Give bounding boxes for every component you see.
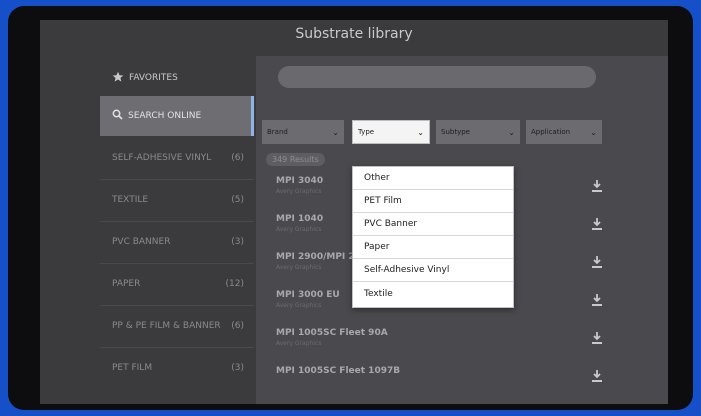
- download-icon[interactable]: [590, 178, 604, 192]
- download-icon[interactable]: [590, 292, 604, 306]
- sidebar-item-self-adhesive-vinyl[interactable]: SELF-ADHESIVE VINYL (6): [100, 138, 254, 178]
- sidebar-item-paper[interactable]: PAPER (12): [100, 264, 254, 304]
- sidebar-item-label: PVC BANNER: [112, 237, 171, 247]
- brand-filter[interactable]: Brand ⌄: [262, 120, 344, 144]
- list-item[interactable]: MPI 1005SC Fleet 90A Avery Graphics: [276, 320, 616, 358]
- sidebar-item-label: PAPER: [112, 279, 141, 289]
- sidebar-item-textile[interactable]: TEXTILE (5): [100, 180, 254, 220]
- sidebar-item-count: (12): [225, 279, 244, 289]
- item-title: MPI 1040: [276, 214, 324, 224]
- filter-label: Application: [531, 128, 571, 136]
- search-input[interactable]: [278, 66, 596, 88]
- download-icon[interactable]: [590, 330, 604, 344]
- sidebar-item-count: (3): [231, 237, 244, 247]
- menu-item[interactable]: Paper: [353, 236, 513, 259]
- item-title: MPI 1005SC Fleet 1097B: [276, 366, 401, 376]
- application-filter[interactable]: Application ⌄: [526, 120, 602, 144]
- sidebar-item-label: PET FILM: [112, 363, 153, 373]
- menu-item[interactable]: Other: [353, 167, 513, 190]
- sidebar-item-pvc-banner[interactable]: PVC BANNER (3): [100, 222, 254, 262]
- sidebar-item-pet-film[interactable]: PET FILM (3): [100, 348, 254, 388]
- sidebar-item-count: (3): [231, 363, 244, 373]
- subtype-filter[interactable]: Subtype ⌄: [436, 120, 520, 144]
- sidebar-item-count: (5): [231, 195, 244, 205]
- sidebar-item-pp-pe-film-banner[interactable]: PP & PE FILM & BANNER (6): [100, 306, 254, 346]
- sidebar-item-label: PP & PE FILM & BANNER: [112, 321, 221, 331]
- filter-label: Brand: [267, 128, 288, 136]
- list-item[interactable]: MPI 1005SC Fleet 1097B: [276, 358, 616, 396]
- sidebar-item-count: (6): [231, 153, 244, 163]
- filter-label: Type: [358, 128, 375, 136]
- download-icon[interactable]: [590, 368, 604, 382]
- download-icon[interactable]: [590, 254, 604, 268]
- search-icon: [112, 109, 123, 123]
- chevron-down-icon: ⌄: [417, 127, 424, 137]
- sidebar-item-label: SEARCH ONLINE: [128, 111, 202, 121]
- sidebar-item-favorites[interactable]: FAVORITES: [100, 58, 254, 98]
- item-title: MPI 2900/MPI 2: [276, 252, 355, 262]
- results-count: 349 Results: [266, 153, 325, 166]
- sidebar-item-search-online[interactable]: SEARCH ONLINE: [100, 96, 254, 136]
- menu-item[interactable]: Textile: [353, 282, 513, 305]
- menu-item[interactable]: PVC Banner: [353, 213, 513, 236]
- page-title: Substrate library: [295, 26, 413, 42]
- chevron-down-icon: ⌄: [332, 127, 339, 137]
- chevron-down-icon: ⌄: [590, 127, 597, 137]
- star-icon: [112, 71, 124, 86]
- item-subtitle: Avery Graphics: [276, 340, 322, 347]
- sidebar-item-count: (6): [231, 321, 244, 331]
- sidebar-item-label: SELF-ADHESIVE VINYL: [112, 153, 212, 163]
- item-subtitle: Avery Graphics: [276, 264, 322, 271]
- sidebar-item-label: FAVORITES: [129, 73, 178, 83]
- item-title: MPI 3040: [276, 176, 324, 186]
- screen: Substrate library FAVORITES SEARCH ONLIN…: [40, 20, 668, 404]
- item-subtitle: Avery Graphics: [276, 226, 322, 233]
- menu-item[interactable]: PET Film: [353, 190, 513, 213]
- sidebar-item-label: TEXTILE: [112, 195, 149, 205]
- item-title: MPI 1005SC Fleet 90A: [276, 328, 388, 338]
- download-icon[interactable]: [590, 216, 604, 230]
- sidebar: FAVORITES SEARCH ONLINE SELF-ADHESIVE VI…: [100, 58, 254, 404]
- chevron-down-icon: ⌄: [508, 127, 515, 137]
- type-dropdown-menu: Other PET Film PVC Banner Paper Self-Adh…: [352, 166, 514, 308]
- menu-item[interactable]: Self-Adhesive Vinyl: [353, 259, 513, 282]
- item-subtitle: Avery Graphics: [276, 188, 322, 195]
- filter-label: Subtype: [441, 128, 470, 136]
- item-subtitle: Avery Graphics: [276, 302, 322, 309]
- type-filter[interactable]: Type ⌄: [352, 120, 430, 144]
- item-title: MPI 3000 EU: [276, 290, 340, 300]
